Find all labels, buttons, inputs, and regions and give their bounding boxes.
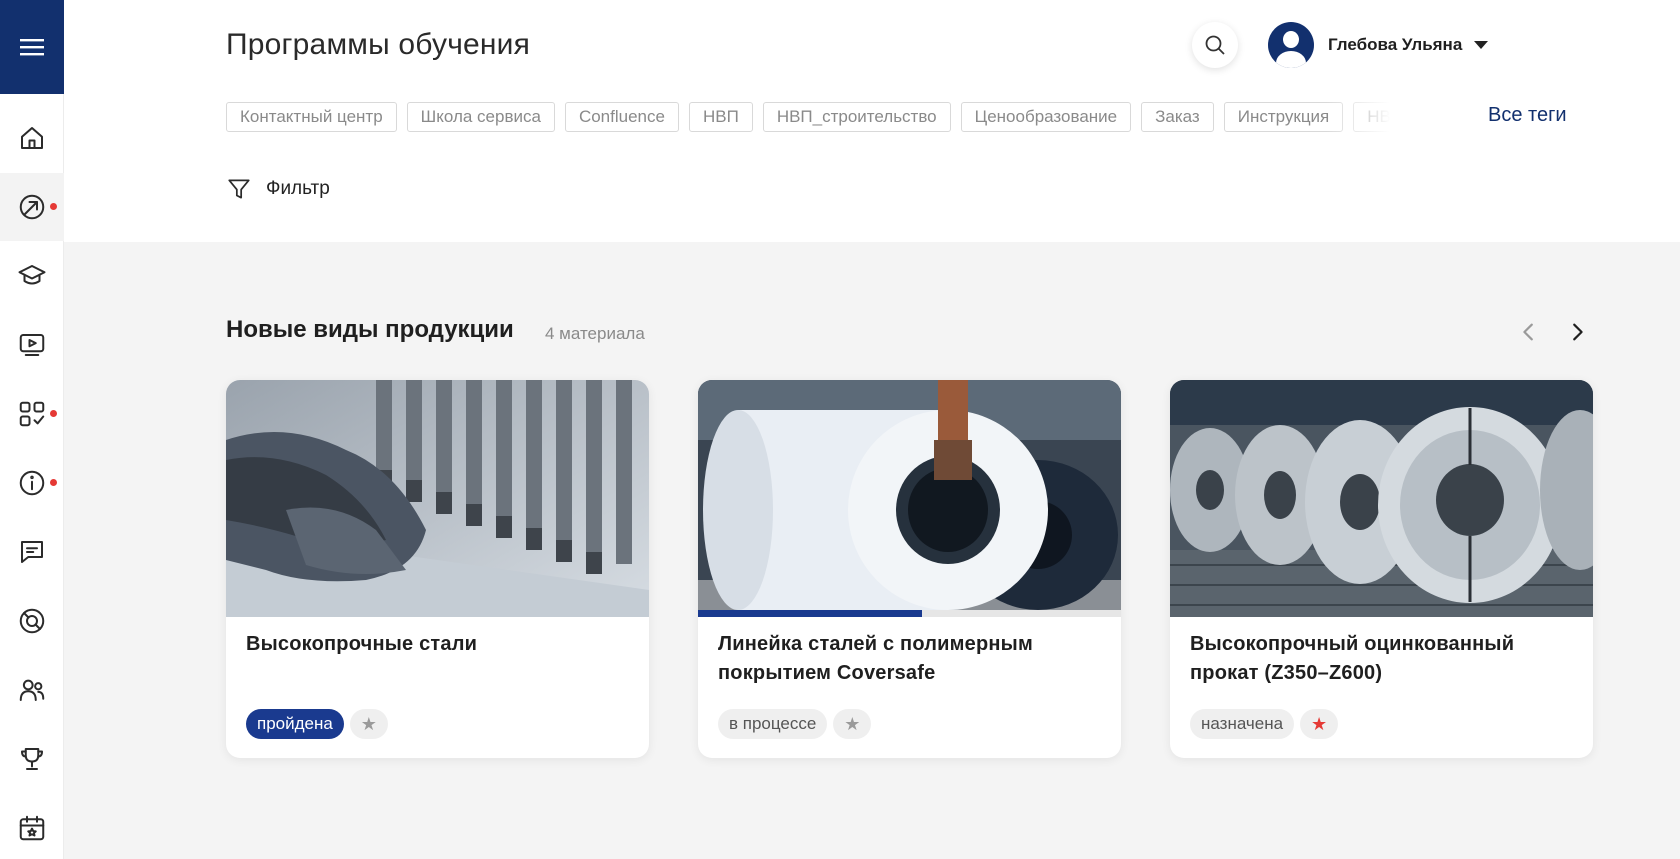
filter-icon	[228, 179, 250, 199]
notification-dot	[50, 479, 57, 486]
tag-chip[interactable]: Школа сервиса	[406, 102, 555, 132]
section-count: 4 материала	[545, 324, 645, 343]
tag-list: Контактный центр Школа сервиса Confluence Н…	[226, 102, 1406, 132]
section-title: Новые виды продукции	[226, 316, 514, 343]
support-icon	[19, 608, 45, 634]
favorite-star-icon[interactable]: ★	[1300, 709, 1339, 739]
card-image	[226, 380, 649, 617]
favorite-star-icon[interactable]: ★	[833, 709, 872, 739]
avatar	[1268, 22, 1314, 68]
calendar-icon	[19, 815, 45, 841]
trajectory-icon	[19, 194, 45, 220]
sidebar-item-video[interactable]	[0, 311, 64, 379]
chevron-left-icon	[1523, 323, 1533, 341]
user-name: Глебова Ульяна	[1328, 35, 1463, 54]
header: Программы обучения Глебова Ульяна Контак…	[64, 0, 1680, 242]
card-image	[698, 380, 1121, 617]
sidebar-item-calendar[interactable]	[0, 794, 64, 859]
search-icon	[1205, 35, 1225, 55]
sidebar-item-home[interactable]	[0, 104, 64, 172]
sidebar-item-trophy[interactable]	[0, 725, 64, 793]
card-title: Высокопрочный оцинкованный прокат (Z350–…	[1190, 633, 1515, 684]
caret-down-icon	[1474, 41, 1489, 49]
home-icon	[21, 127, 43, 149]
user-menu[interactable]: Глебова Ульяна	[1268, 22, 1489, 68]
chat-icon	[21, 541, 43, 563]
sidebar-item-users[interactable]	[0, 656, 64, 724]
course-card[interactable]: Высокопрочный оцинкованный прокат (Z350–…	[1170, 380, 1593, 758]
next-button[interactable]	[1563, 318, 1591, 346]
prev-button[interactable]	[1515, 318, 1543, 346]
tag-chip[interactable]: Контактный центр	[226, 102, 397, 132]
apps-icon	[19, 401, 45, 427]
sidebar-item-graduation-cap[interactable]	[0, 242, 64, 310]
course-card[interactable]: Высокопрочные стали пройдена ★	[226, 380, 649, 758]
tag-chip[interactable]: Ценообразование	[960, 102, 1132, 132]
tag-chip[interactable]: НВП_строительство	[762, 102, 951, 132]
filter-label: Фильтр	[266, 178, 330, 199]
tag-chip[interactable]: Заказ	[1141, 102, 1214, 132]
users-icon	[19, 679, 45, 701]
graduation-cap-icon	[18, 265, 46, 285]
info-icon	[19, 470, 45, 496]
favorite-star-icon[interactable]: ★	[349, 709, 388, 739]
progress-bar	[698, 610, 1121, 617]
search-button[interactable]	[1192, 22, 1238, 68]
tag-chip[interactable]: Confluence	[564, 102, 679, 132]
card-title: Линейка сталей с полимерным покрытием Co…	[718, 633, 1033, 684]
filter-button[interactable]: Фильтр	[226, 176, 330, 202]
all-tags-link[interactable]: Все теги	[1488, 104, 1567, 127]
sidebar-item-support[interactable]	[0, 587, 64, 655]
tag-chip[interactable]: НВП	[688, 102, 753, 132]
tag-chip[interactable]: НВП_пр	[1353, 102, 1406, 132]
notification-dot	[50, 410, 57, 417]
status-badge: в процессе	[718, 709, 828, 739]
trophy-icon	[21, 748, 43, 770]
tag-chip[interactable]: Инструкция	[1223, 102, 1344, 132]
card-title: Высокопрочные стали	[246, 633, 478, 655]
hamburger-icon	[20, 39, 44, 56]
notification-dot	[50, 203, 57, 210]
status-badge: пройдена	[246, 709, 344, 739]
page-title: Программы обучения	[226, 28, 531, 61]
menu-button[interactable]	[0, 0, 64, 94]
status-badge: назначена	[1190, 709, 1295, 739]
card-image	[1170, 380, 1593, 617]
sidebar-item-chat[interactable]	[0, 518, 64, 586]
sidebar	[0, 0, 64, 859]
course-card[interactable]: Линейка сталей с полимерным покрытием Co…	[698, 380, 1121, 758]
chevron-right-icon	[1573, 323, 1583, 341]
progress-fill	[698, 610, 923, 617]
video-icon	[19, 334, 45, 356]
